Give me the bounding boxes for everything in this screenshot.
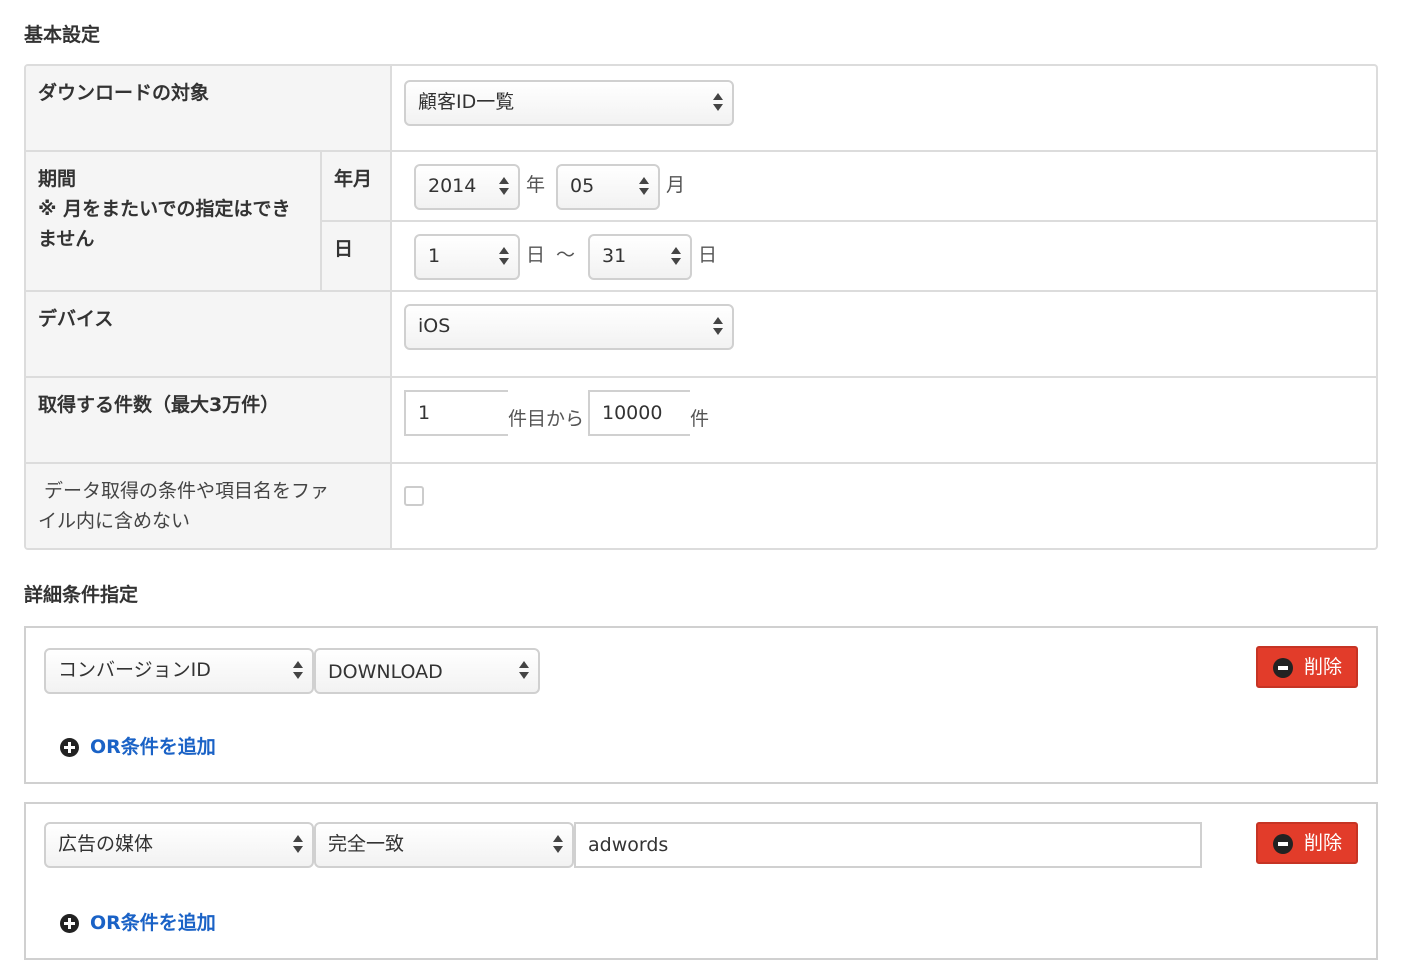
add-or-condition-label: OR条件を追加 (90, 736, 216, 758)
condition-operator-select[interactable]: DOWNLOAD (314, 648, 540, 694)
download-target-select[interactable]: 顧客ID一覧 (404, 80, 734, 126)
exclude-checkbox[interactable] (404, 486, 424, 506)
count-to-unit: 件 (690, 408, 710, 430)
condition-operator-value: 完全一致 (328, 833, 405, 855)
year-value: 2014 (428, 175, 477, 197)
condition-block: 広告の媒体 完全一致 adwords 削除 OR条件を追加 (24, 802, 1378, 960)
condition-field-value: 広告の媒体 (58, 833, 154, 855)
minus-circle-icon (1273, 834, 1293, 854)
delete-condition-button[interactable]: 削除 (1256, 822, 1358, 864)
divider (320, 220, 1376, 222)
detail-conditions-heading: 詳細条件指定 (24, 584, 139, 606)
select-arrows-icon (293, 834, 303, 854)
select-arrows-icon (639, 176, 649, 196)
count-from-input[interactable]: 1 (404, 390, 508, 436)
count-from-unit: 件目から (508, 408, 585, 430)
select-arrows-icon (293, 660, 303, 680)
divider (320, 152, 322, 292)
day-to-unit: 日 (698, 244, 718, 266)
download-target-label: ダウンロードの対象 (38, 82, 210, 104)
basic-settings-table: ダウンロードの対象 顧客ID一覧 期間 ※ 月をまたいでの指定はでき ません 年… (24, 64, 1378, 550)
divider (26, 290, 1376, 292)
divider (26, 376, 1376, 378)
condition-value-input[interactable]: adwords (574, 822, 1202, 868)
period-label: 期間 (38, 168, 77, 190)
tilde-separator: 〜 (556, 244, 576, 266)
plus-circle-icon (60, 738, 79, 757)
select-arrows-icon (519, 660, 529, 680)
delete-button-label: 削除 (1304, 656, 1343, 678)
month-select[interactable]: 05 (556, 164, 660, 210)
condition-operator-select[interactable]: 完全一致 (314, 822, 574, 868)
day-from-unit: 日 (526, 244, 546, 266)
divider (26, 150, 1376, 152)
condition-field-select[interactable]: コンバージョンID (44, 648, 314, 694)
year-unit: 年 (526, 174, 546, 196)
condition-operator-value: DOWNLOAD (328, 661, 443, 683)
divider (26, 462, 1376, 464)
count-label: 取得する件数（最大3万件） (38, 394, 280, 416)
select-arrows-icon (499, 246, 509, 266)
add-or-condition-label: OR条件を追加 (90, 912, 216, 934)
delete-button-label: 削除 (1304, 832, 1343, 854)
count-to-input[interactable]: 10000 (588, 390, 690, 436)
minus-circle-icon (1273, 658, 1293, 678)
count-from-value: 1 (418, 402, 431, 424)
month-unit: 月 (666, 174, 686, 196)
day-to-select[interactable]: 31 (588, 234, 692, 280)
delete-condition-button[interactable]: 削除 (1256, 646, 1358, 688)
period-note: ※ 月をまたいでの指定はでき (38, 198, 291, 220)
device-label: デバイス (38, 308, 114, 330)
day-from-select[interactable]: 1 (414, 234, 520, 280)
day-label: 日 (334, 238, 354, 260)
exclude-label: データ取得の条件や項目名をファ (38, 480, 330, 502)
condition-field-value: コンバージョンID (58, 659, 211, 681)
period-note-cont: ません (38, 228, 95, 250)
year-select[interactable]: 2014 (414, 164, 520, 210)
add-or-condition-link[interactable]: OR条件を追加 (60, 732, 260, 762)
select-arrows-icon (713, 92, 723, 112)
divider (390, 66, 392, 548)
condition-block: コンバージョンID DOWNLOAD 削除 OR条件を追加 (24, 626, 1378, 784)
add-or-condition-link[interactable]: OR条件を追加 (60, 908, 260, 938)
condition-field-select[interactable]: 広告の媒体 (44, 822, 314, 868)
select-arrows-icon (553, 834, 563, 854)
basic-settings-heading: 基本設定 (24, 24, 101, 46)
plus-circle-icon (60, 914, 79, 933)
day-to-value: 31 (602, 245, 627, 267)
exclude-label-cont: イル内に含めない (38, 510, 191, 532)
count-to-value: 10000 (602, 402, 663, 424)
day-from-value: 1 (428, 245, 441, 267)
month-value: 05 (570, 175, 595, 197)
device-value: iOS (418, 315, 451, 337)
condition-value-text: adwords (588, 834, 669, 856)
download-target-value: 顧客ID一覧 (418, 91, 515, 113)
device-select[interactable]: iOS (404, 304, 734, 350)
select-arrows-icon (499, 176, 509, 196)
year-month-label: 年月 (334, 168, 373, 190)
select-arrows-icon (713, 316, 723, 336)
select-arrows-icon (671, 246, 681, 266)
